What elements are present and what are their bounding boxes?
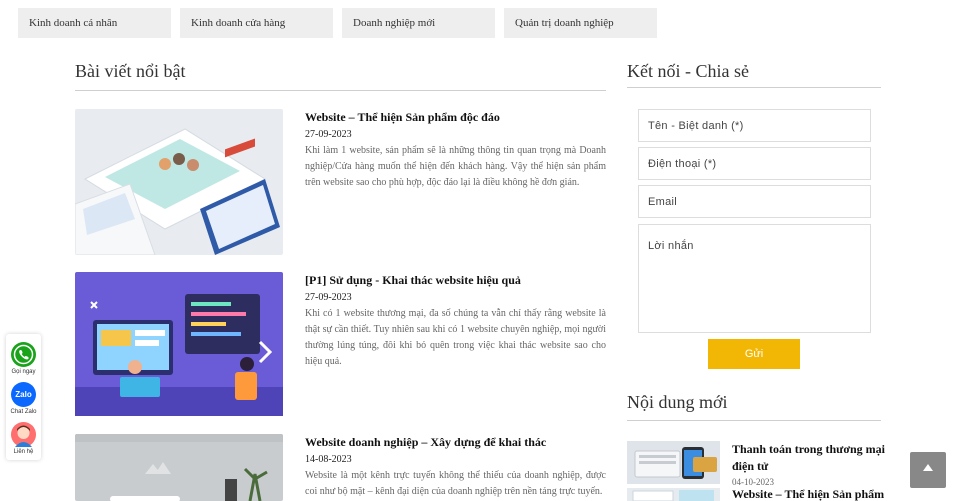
contact-button[interactable]: Liên hệ <box>6 422 41 455</box>
connect-heading: Kết nối - Chia sẻ <box>627 61 749 81</box>
post-title[interactable]: Website – Thể hiện Sản phẩm độc đáo <box>305 109 606 125</box>
post-thumbnail[interactable] <box>75 434 283 501</box>
email-field[interactable] <box>638 185 871 218</box>
latest-heading: Nội dung mới <box>627 392 728 412</box>
message-field[interactable] <box>638 224 871 333</box>
phone-icon <box>11 342 36 367</box>
post-body: Website doanh nghiệp – Xây dựng để khai … <box>305 434 606 500</box>
latest-divider <box>627 420 881 421</box>
call-now-button[interactable]: Gọi ngay <box>6 342 41 375</box>
post-excerpt: Khi có 1 website thương mại, đa số chúng… <box>305 308 606 367</box>
latest-thumbnail[interactable] <box>627 488 720 501</box>
latest-item: Website – Thể hiện Sản phẩm <box>627 488 887 501</box>
category-tab-store[interactable]: Kinh doanh cửa hàng <box>180 8 333 38</box>
post-thumbnail[interactable] <box>75 272 283 418</box>
latest-text: Thanh toán trong thương mại điện tử 04-1… <box>732 441 887 488</box>
chat-zalo-label: Chat Zalo <box>10 409 37 415</box>
category-tab-management[interactable]: Quản trị doanh nghiệp <box>504 8 657 38</box>
contact-avatar-icon <box>11 422 36 447</box>
post-excerpt: Website là một kênh trực tuyến không thể… <box>305 470 606 497</box>
latest-date: 04-10-2023 <box>732 477 774 487</box>
category-tab-new-business[interactable]: Doanh nghiệp mới <box>342 8 495 38</box>
back-to-top-button[interactable] <box>910 452 946 488</box>
chat-zalo-button[interactable]: Zalo Chat Zalo <box>6 382 41 415</box>
latest-title[interactable]: Website – Thể hiện Sản phẩm <box>732 488 887 501</box>
call-now-label: Gọi ngay <box>11 369 36 375</box>
contact-label: Liên hệ <box>13 449 34 455</box>
submit-button[interactable]: Gửi <box>708 339 800 369</box>
latest-title[interactable]: Thanh toán trong thương mại điện tử <box>732 441 887 475</box>
post-card: [P1] Sử dụng - Khai thác website hiệu qu… <box>75 272 606 418</box>
post-date: 27-09-2023 <box>305 129 352 140</box>
phone-field[interactable] <box>638 147 871 180</box>
post-body: [P1] Sử dụng - Khai thác website hiệu qu… <box>305 272 606 370</box>
category-tab-personal[interactable]: Kinh doanh cá nhân <box>18 8 171 38</box>
arrow-up-icon <box>922 461 934 479</box>
post-title[interactable]: Website doanh nghiệp – Xây dựng để khai … <box>305 434 606 450</box>
latest-thumbnail[interactable] <box>627 441 720 484</box>
category-tabs: Kinh doanh cá nhân Kinh doanh cửa hàng D… <box>18 8 657 38</box>
post-body: Website – Thể hiện Sản phẩm độc đáo 27-0… <box>305 109 606 191</box>
post-date: 14-08-2023 <box>305 454 352 465</box>
post-title[interactable]: [P1] Sử dụng - Khai thác website hiệu qu… <box>305 272 606 288</box>
connect-divider <box>627 87 881 88</box>
post-thumbnail[interactable] <box>75 109 283 255</box>
post-date: 27-09-2023 <box>305 292 352 303</box>
post-card: Website – Thể hiện Sản phẩm độc đáo 27-0… <box>75 109 606 255</box>
zalo-icon: Zalo <box>11 382 36 407</box>
featured-heading: Bài viết nổi bật <box>75 61 186 81</box>
post-card: Website doanh nghiệp – Xây dựng để khai … <box>75 434 606 501</box>
latest-item: Thanh toán trong thương mại điện tử 04-1… <box>627 441 887 488</box>
post-excerpt: Khi làm 1 website, sản phẩm sẽ là những … <box>305 145 606 188</box>
featured-divider <box>75 90 606 91</box>
latest-text: Website – Thể hiện Sản phẩm <box>732 488 887 501</box>
name-field[interactable] <box>638 109 871 142</box>
floating-contact-bar: Gọi ngay Zalo Chat Zalo Liên hệ <box>6 334 41 460</box>
